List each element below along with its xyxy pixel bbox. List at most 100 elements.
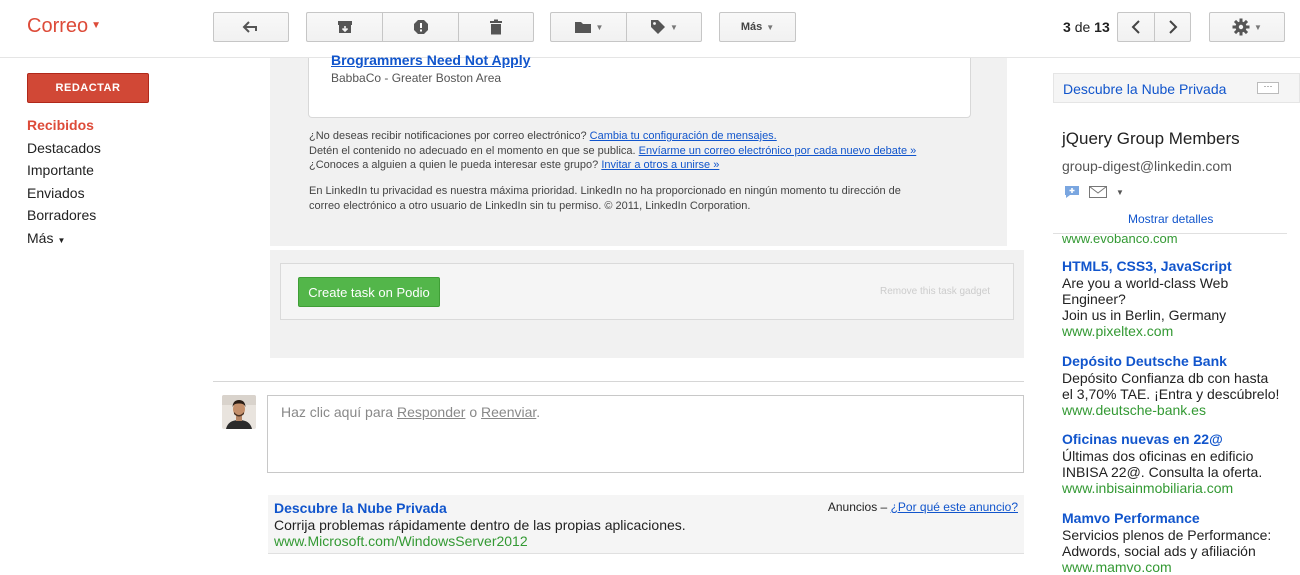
bottom-ad-url[interactable]: www.Microsoft.com/WindowsServer2012 (274, 533, 528, 549)
sidebar-ad-title[interactable]: Depósito Deutsche Bank (1062, 353, 1292, 370)
contact-email: group-digest@linkedin.com (1062, 158, 1232, 174)
sidebar-top-ad-title[interactable]: Descubre la Nube Privada (1063, 81, 1226, 97)
move-to-button[interactable]: ▼ (550, 12, 626, 42)
sidebar-ad: Oficinas nuevas en 22@ Últimas dos ofici… (1062, 431, 1292, 496)
invite-question: ¿Conoces a alguien a quien le pueda inte… (309, 159, 599, 171)
action-button-group (306, 12, 534, 42)
compose-button[interactable]: REDACTAR (27, 73, 149, 103)
gear-icon (1232, 18, 1250, 36)
create-task-button[interactable]: Create task on Podio (298, 277, 440, 307)
older-button[interactable] (1154, 12, 1191, 42)
divider (213, 381, 1024, 382)
sidebar-ad-url[interactable]: www.inbisainmobiliaria.com (1062, 480, 1292, 496)
email-each-discussion-link[interactable]: Envíarme un correo electrónico por cada … (639, 145, 917, 157)
mail-menu[interactable]: Correo ▼ (27, 15, 101, 38)
reply-link[interactable]: Responder (397, 404, 466, 420)
folder-list: Recibidos Destacados Importante Enviados… (27, 114, 101, 253)
top-toolbar: Correo ▼ ▼ ▼ Más ▼ 3 de 13 ▼ (0, 0, 1300, 58)
caret-down-icon: ▼ (91, 20, 102, 31)
more-button[interactable]: Más ▼ (719, 12, 796, 42)
pager-nav (1117, 12, 1191, 42)
privacy-line-1: En LinkedIn tu privacidad es nuestra máx… (309, 185, 901, 197)
why-this-ad-link[interactable]: ¿Por qué este anuncio? (891, 500, 1018, 514)
job-title-link[interactable]: Brogrammers Need Not Apply (331, 52, 530, 68)
notification-question: ¿No deseas recibir notificaciones por co… (309, 130, 587, 142)
sidebar-divider (1053, 233, 1287, 234)
notification-line: ¿No deseas recibir notificaciones por co… (309, 129, 777, 144)
more-options-icon[interactable]: ··· (1257, 82, 1279, 94)
pager-sep: de (1074, 19, 1091, 35)
sidebar-ad-url[interactable]: www.pixeltex.com (1062, 323, 1292, 339)
sidebar-ad-desc: Últimas dos oficinas en edificio (1062, 448, 1254, 464)
stop-content-text: Detén el contenido no adecuado en el mom… (309, 145, 636, 157)
sidebar-ad-desc: Adwords, social ads y afiliación (1062, 543, 1256, 559)
sidebar-ad-desc: Join us in Berlin, Germany (1062, 307, 1227, 323)
sidebar-ad-title[interactable]: Mamvo Performance (1062, 510, 1292, 527)
chevron-left-icon (1131, 20, 1140, 34)
archive-button[interactable] (306, 12, 382, 42)
forward-link[interactable]: Reenviar (481, 404, 536, 420)
sidebar-ad: HTML5, CSS3, JavaScript Are you a world-… (1062, 258, 1292, 339)
newer-button[interactable] (1117, 12, 1154, 42)
trash-icon (490, 19, 502, 35)
invite-line: ¿Conoces a alguien a quien le pueda inte… (309, 158, 719, 173)
folder-sent[interactable]: Enviados (27, 182, 101, 205)
labels-button[interactable]: ▼ (626, 12, 702, 42)
report-spam-button[interactable] (382, 12, 458, 42)
sidebar-ad-desc: el 3,70% TAE. ¡Entra y descúbrelo! (1062, 386, 1280, 402)
change-settings-link[interactable]: Cambia tu configuración de mensajes. (590, 130, 777, 142)
ads-label-text: Anuncios – (827, 500, 888, 514)
reply-or: o (469, 404, 478, 420)
folder-more-label: Más (27, 229, 54, 246)
bottom-ad-desc: Corrija problemas rápidamente dentro de … (274, 517, 686, 533)
folder-icon (574, 22, 591, 33)
move-label-group: ▼ ▼ (550, 12, 702, 42)
ads-label: Anuncios – ¿Por qué este anuncio? (828, 500, 1018, 514)
tag-icon (651, 20, 666, 34)
sidebar-ad-desc: Depósito Confianza db con hasta (1062, 370, 1269, 386)
show-details-link[interactable]: Mostrar detalles (1128, 212, 1213, 226)
bottom-ad-title[interactable]: Descubre la Nube Privada (274, 500, 447, 516)
invite-others-link[interactable]: Invitar a otros a unirse » (601, 159, 719, 171)
job-card: Brogrammers Need Not Apply BabbaCo - Gre… (308, 52, 971, 118)
sidebar-ad-url[interactable]: www.mamvo.com (1062, 559, 1292, 575)
dropdown-arrow-icon: ▼ (595, 22, 604, 32)
chat-icon[interactable] (1064, 185, 1080, 199)
sidebar-ad-title[interactable]: Oficinas nuevas en 22@ (1062, 431, 1292, 448)
dropdown-arrow-icon: ▼ (1254, 22, 1262, 32)
sidebar-ad: Mamvo Performance Servicios plenos de Pe… (1062, 510, 1292, 575)
privacy-line-2: correo electrónico a otro usuario de Lin… (309, 200, 751, 212)
chevron-right-icon (1168, 20, 1177, 34)
pager-count: 3 de 13 (1063, 19, 1110, 35)
brand-label: Correo (27, 15, 89, 37)
avatar (222, 395, 256, 429)
folder-starred[interactable]: Destacados (27, 137, 101, 160)
folder-more[interactable]: Más ▼ (27, 227, 101, 253)
contact-actions: ▼ (1064, 185, 1124, 199)
sidebar-ad: Depósito Deutsche Bank Depósito Confianz… (1062, 353, 1292, 418)
sidebar-ad-desc: Servicios plenos de Performance: (1062, 527, 1272, 543)
caret-down-icon[interactable]: ▼ (1116, 188, 1124, 197)
job-company: BabbaCo - Greater Boston Area (331, 71, 502, 85)
reply-suffix: . (536, 404, 541, 420)
settings-button[interactable]: ▼ (1209, 12, 1285, 42)
stop-content-line: Detén el contenido no adecuado en el mom… (309, 144, 916, 159)
pager-current: 3 (1063, 19, 1071, 35)
sidebar-ad-title[interactable]: HTML5, CSS3, JavaScript (1062, 258, 1292, 275)
folder-important[interactable]: Importante (27, 159, 101, 182)
sidebar-ad-desc: Are you a world-class Web (1062, 275, 1229, 291)
more-label: Más (740, 21, 763, 33)
dropdown-arrow-icon: ▼ (670, 22, 678, 32)
back-button[interactable] (213, 12, 289, 42)
folder-drafts[interactable]: Borradores (27, 204, 101, 227)
sidebar-ad-url[interactable]: www.deutsche-bank.es (1062, 402, 1292, 418)
folder-inbox[interactable]: Recibidos (27, 114, 101, 137)
sidebar-top-ad: Descubre la Nube Privada ··· (1053, 73, 1300, 103)
mail-icon[interactable] (1089, 186, 1107, 198)
back-arrow-icon (242, 21, 257, 33)
remove-gadget-link[interactable]: Remove this task gadget (880, 286, 990, 297)
sidebar-ad-desc: INBISA 22@. Consulta la oferta. (1062, 464, 1263, 480)
delete-button[interactable] (458, 12, 534, 42)
dropdown-arrow-icon: ▼ (766, 22, 775, 32)
reply-box[interactable]: Haz clic aquí para Responder o Reenviar. (267, 395, 1024, 473)
